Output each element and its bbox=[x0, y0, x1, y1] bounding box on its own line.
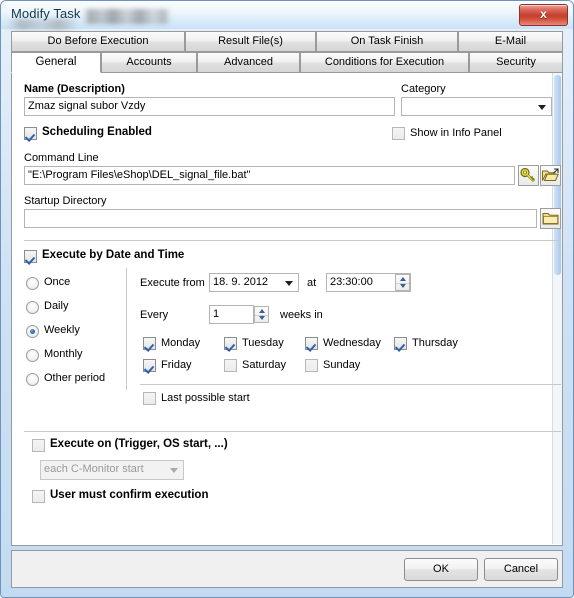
weekday-label-monday: Monday bbox=[161, 337, 201, 349]
show-in-info-panel-label: Show in Info Panel bbox=[410, 127, 502, 139]
weekday-label-thursday: Thursday bbox=[412, 337, 458, 349]
vertical-scrollbar[interactable] bbox=[552, 73, 562, 544]
at-label: at bbox=[307, 277, 317, 289]
weekday-checkbox-thursday[interactable] bbox=[394, 337, 407, 350]
weekday-label-tuesday: Tuesday bbox=[242, 337, 284, 349]
chevron-down-icon bbox=[170, 468, 178, 473]
chevron-down-icon bbox=[285, 280, 293, 286]
name-input[interactable]: Zmaz signal subor Vzdy bbox=[24, 97, 395, 116]
tab-accounts[interactable]: Accounts bbox=[101, 52, 197, 73]
tab-conditions-for-execution[interactable]: Conditions for Execution bbox=[300, 52, 469, 73]
command-line-key-button[interactable] bbox=[518, 165, 539, 186]
period-label-once: Once bbox=[44, 276, 71, 288]
trigger-type-value: each C-Monitor start bbox=[44, 463, 144, 475]
weekday-checkbox-wednesday[interactable] bbox=[305, 337, 318, 350]
divider-2 bbox=[140, 384, 561, 385]
period-label-weekly: Weekly bbox=[44, 324, 80, 336]
tab-advanced[interactable]: Advanced bbox=[197, 52, 300, 73]
weekday-label-friday: Friday bbox=[161, 359, 192, 371]
tab-row-top: Do Before Execution Result File(s) On Ta… bbox=[11, 31, 563, 52]
window-title: Modify Task bbox=[11, 6, 81, 21]
close-button[interactable]: x bbox=[519, 4, 568, 26]
every-count-input[interactable]: 1 bbox=[209, 305, 254, 324]
weekday-checkbox-friday[interactable] bbox=[143, 359, 156, 372]
weekday-checkbox-tuesday[interactable] bbox=[224, 337, 237, 350]
execute-on-trigger-label: Execute on (Trigger, OS start, ...) bbox=[50, 438, 228, 450]
tab-on-task-finish[interactable]: On Task Finish bbox=[316, 31, 458, 52]
weekday-label-wednesday: Wednesday bbox=[323, 337, 381, 349]
user-confirm-checkbox[interactable] bbox=[32, 490, 45, 503]
period-radio-daily[interactable] bbox=[26, 301, 39, 314]
ok-button[interactable]: OK bbox=[404, 558, 478, 581]
at-time-spinner[interactable] bbox=[395, 274, 410, 291]
spinner-down-icon[interactable] bbox=[396, 283, 409, 291]
execute-by-date-checkbox[interactable] bbox=[24, 250, 37, 263]
category-combo[interactable] bbox=[401, 97, 552, 116]
period-radio-other[interactable] bbox=[26, 373, 39, 386]
tab-do-before-execution[interactable]: Do Before Execution bbox=[11, 31, 185, 52]
key-icon bbox=[520, 167, 535, 183]
execute-from-label: Execute from bbox=[140, 277, 205, 289]
modify-task-dialog: Modify Task x Do Before Execution Result… bbox=[0, 0, 574, 598]
startup-directory-browse-button[interactable] bbox=[540, 208, 561, 229]
every-count-spinner[interactable] bbox=[254, 306, 269, 323]
cancel-button[interactable]: Cancel bbox=[484, 558, 558, 581]
chevron-down-icon bbox=[538, 104, 546, 110]
command-line-browse-button[interactable] bbox=[540, 165, 561, 186]
weeks-in-label: weeks in bbox=[280, 309, 323, 321]
period-radio-weekly[interactable] bbox=[26, 325, 39, 338]
startup-directory-label: Startup Directory bbox=[24, 195, 107, 207]
period-radio-once[interactable] bbox=[26, 277, 39, 290]
dialog-footer: OK Cancel bbox=[11, 550, 563, 588]
command-line-input[interactable]: "E:\Program Files\eShop\DEL_signal_file.… bbox=[24, 166, 515, 185]
period-label-monthly: Monthly bbox=[44, 348, 83, 360]
divider-vertical bbox=[126, 268, 127, 390]
divider-1 bbox=[24, 240, 561, 241]
execute-on-trigger-checkbox[interactable] bbox=[32, 439, 45, 452]
name-label: Name (Description) bbox=[24, 83, 125, 95]
user-confirm-label: User must confirm execution bbox=[50, 489, 209, 501]
tab-result-files[interactable]: Result File(s) bbox=[185, 31, 316, 52]
startup-directory-input[interactable] bbox=[24, 209, 537, 228]
tab-strip: Do Before Execution Result File(s) On Ta… bbox=[11, 31, 563, 75]
open-folder-icon bbox=[542, 168, 559, 181]
weekday-checkbox-sunday[interactable] bbox=[305, 359, 318, 372]
tab-general[interactable]: General bbox=[11, 52, 101, 73]
folder-icon bbox=[542, 213, 559, 225]
title-redacted-text bbox=[83, 9, 171, 24]
every-label: Every bbox=[140, 309, 169, 321]
execute-from-date-value: 18. 9. 2012 bbox=[213, 276, 269, 288]
title-bar[interactable]: Modify Task x bbox=[1, 1, 573, 30]
weekday-label-sunday: Sunday bbox=[323, 359, 361, 371]
tab-e-mail[interactable]: E-Mail bbox=[458, 31, 563, 52]
show-in-info-panel-checkbox[interactable] bbox=[392, 127, 405, 140]
scheduling-enabled-label: Scheduling Enabled bbox=[42, 126, 152, 138]
period-label-other-period: Other period bbox=[44, 372, 106, 384]
period-radio-monthly[interactable] bbox=[26, 349, 39, 362]
category-label: Category bbox=[401, 83, 446, 95]
tab-row-bottom: General Accounts Advanced Conditions for… bbox=[11, 52, 563, 73]
execute-by-date-label: Execute by Date and Time bbox=[42, 249, 185, 261]
general-tab-panel: Name (Description) Zmaz signal subor Vzd… bbox=[11, 73, 563, 546]
last-possible-start-label: Last possible start bbox=[161, 392, 250, 404]
tab-security[interactable]: Security bbox=[469, 52, 563, 73]
period-label-daily: Daily bbox=[44, 300, 69, 312]
command-line-label: Command Line bbox=[24, 152, 99, 164]
weekday-checkbox-saturday[interactable] bbox=[224, 359, 237, 372]
last-possible-start-checkbox[interactable] bbox=[143, 392, 156, 405]
weekday-label-saturday: Saturday bbox=[242, 359, 287, 371]
execute-from-date-picker[interactable]: 18. 9. 2012 bbox=[209, 273, 299, 292]
divider-3 bbox=[24, 431, 561, 432]
scheduling-enabled-checkbox[interactable] bbox=[24, 127, 37, 140]
trigger-type-combo[interactable]: each C-Monitor start bbox=[40, 460, 184, 480]
spinner-down-icon[interactable] bbox=[255, 315, 268, 323]
weekday-checkbox-monday[interactable] bbox=[143, 337, 156, 350]
